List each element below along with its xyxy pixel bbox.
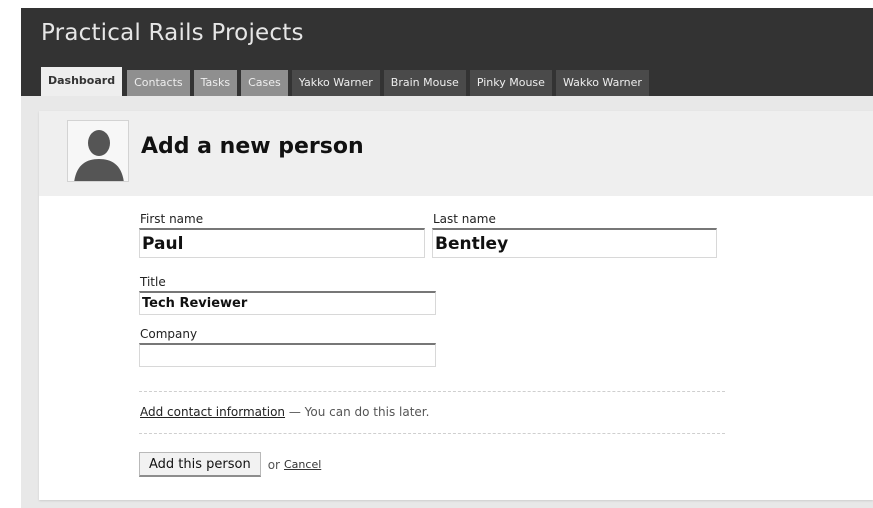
app-header: Practical Rails Projects Dashboard Conta… [21, 8, 873, 96]
submit-row: Add this person or Cancel [139, 452, 321, 477]
avatar-svg [74, 130, 124, 181]
add-contact-note: — You can do this later. [285, 405, 430, 419]
tab-pinky-mouse[interactable]: Pinky Mouse [469, 70, 552, 96]
first-name-label: First name [140, 212, 204, 226]
or-text: or [267, 457, 280, 472]
tab-brain-mouse[interactable]: Brain Mouse [383, 70, 466, 96]
title-label: Title [140, 275, 166, 289]
tab-tasks[interactable]: Tasks [193, 70, 238, 96]
tab-dashboard[interactable]: Dashboard [41, 67, 123, 96]
tab-cases[interactable]: Cases [241, 70, 288, 96]
tab-contacts[interactable]: Contacts [127, 70, 190, 96]
tab-wakko-warner[interactable]: Wakko Warner [555, 70, 649, 96]
first-name-input[interactable] [139, 228, 425, 258]
tab-yakko-warner[interactable]: Yakko Warner [291, 70, 380, 96]
person-silhouette-icon [67, 120, 129, 182]
add-contact-row: Add contact information — You can do thi… [140, 405, 429, 419]
screen: Practical Rails Projects Dashboard Conta… [0, 0, 873, 508]
add-contact-information-link[interactable]: Add contact information [140, 405, 285, 419]
cancel-link[interactable]: Cancel [284, 458, 321, 471]
panel-header: Add a new person [39, 111, 873, 196]
add-this-person-button[interactable]: Add this person [139, 452, 261, 477]
divider-top [139, 391, 725, 392]
title-input[interactable] [139, 291, 436, 315]
last-name-input[interactable] [432, 228, 717, 258]
tab-bar: Dashboard Contacts Tasks Cases Yakko War… [41, 67, 653, 96]
company-label: Company [140, 327, 198, 341]
app-title: Practical Rails Projects [41, 20, 304, 46]
company-input[interactable] [139, 343, 436, 367]
divider-bottom [139, 433, 725, 434]
last-name-label: Last name [433, 212, 496, 226]
page-title: Add a new person [141, 134, 364, 159]
content-panel: Add a new person First name Last name Ti… [39, 111, 873, 500]
